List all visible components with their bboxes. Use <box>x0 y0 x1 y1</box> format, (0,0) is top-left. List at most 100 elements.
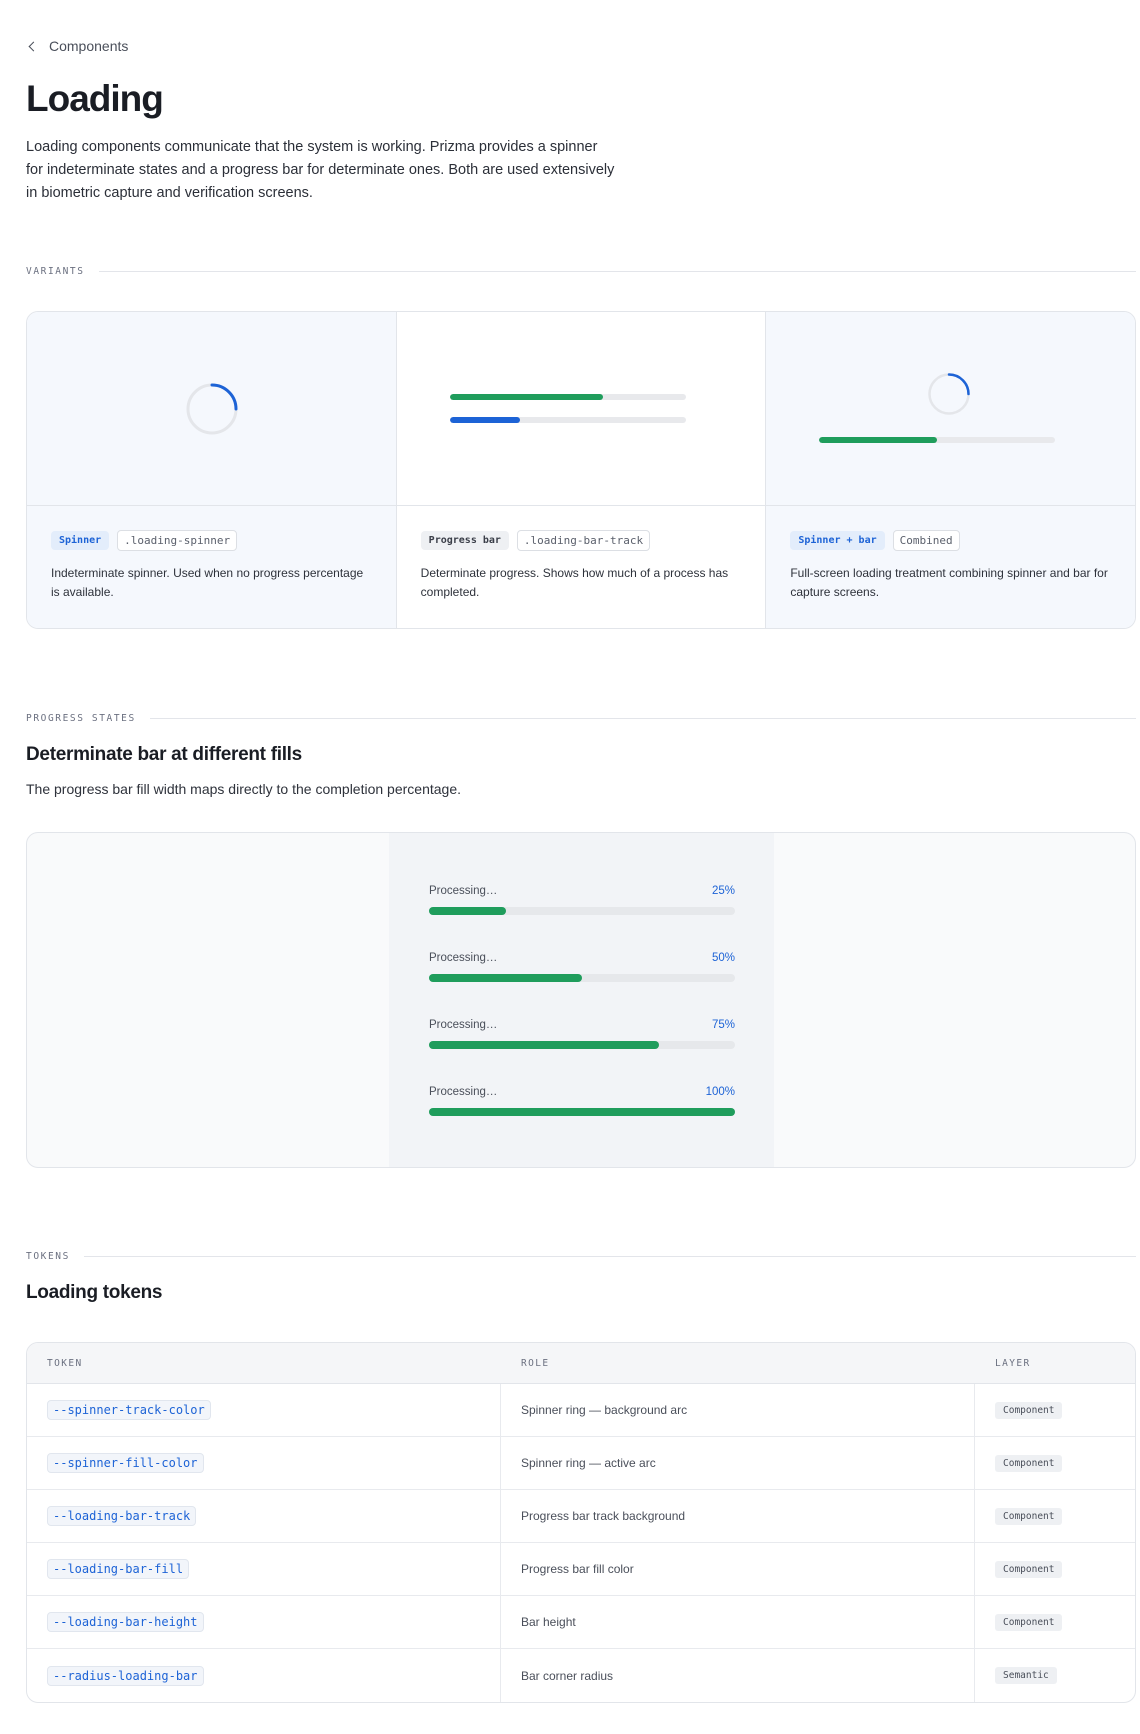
progress-label: Processing… <box>429 885 498 897</box>
table-row: --loading-bar-fill Progress bar fill col… <box>27 1543 1135 1596</box>
progress-bar-track <box>449 417 686 423</box>
progress-bar-fill <box>449 394 604 400</box>
token-name: --spinner-track-color <box>47 1400 211 1420</box>
variant-text: Indeterminate spinner. Used when no prog… <box>51 566 364 599</box>
variant-description: Progress bar .loading-bar-track Determin… <box>397 506 766 602</box>
layer-badge: Component <box>995 1401 1063 1419</box>
spinner-arc <box>210 383 238 411</box>
progress-percent: 100% <box>705 1086 735 1098</box>
progress-bar-fill <box>819 437 938 443</box>
progress-track <box>429 907 735 915</box>
token-role: Bar height <box>521 1615 576 1629</box>
progress-row: Processing… 100% <box>429 1086 735 1116</box>
column-header-token: TOKEN <box>47 1357 83 1369</box>
tag-group: Spinner + bar Combined <box>790 530 1111 551</box>
progress-row: Processing… 50% <box>429 952 735 982</box>
layer-badge: Component <box>995 1507 1063 1525</box>
variant-text: Full-screen loading treatment combining … <box>790 566 1108 599</box>
chevron-left-icon <box>28 41 39 51</box>
layer-badge: Component <box>995 1613 1063 1631</box>
token-role: Progress bar track background <box>521 1509 686 1523</box>
variant-tag: Progress bar <box>420 531 509 550</box>
section-label-text: TOKENS <box>26 1251 70 1262</box>
progress-track <box>429 974 735 982</box>
variant-card-progress-bar: Progress bar .loading-bar-track Determin… <box>396 312 767 628</box>
section-label-variants: VARIANTS <box>26 266 1136 277</box>
progress-states-panel: Processing… 25% Processing… 50% Processi… <box>26 832 1136 1168</box>
variant-text: Determinate progress. Shows how much of … <box>420 566 729 599</box>
progress-label: Processing… <box>429 1086 498 1098</box>
spinner <box>928 373 971 415</box>
token-name: --spinner-fill-color <box>47 1453 204 1473</box>
progress-track <box>429 1108 735 1116</box>
token-name: --loading-bar-track <box>47 1506 197 1526</box>
page-lead: Loading components communicate that the … <box>26 139 615 201</box>
progress-track <box>429 1041 735 1049</box>
progress-bar-track <box>449 394 686 400</box>
section-label-text: VARIANTS <box>26 266 85 277</box>
section-subtitle: The progress bar fill width maps directl… <box>26 781 461 797</box>
divider <box>149 718 1136 719</box>
variant-description: Spinner + bar Combined Full-screen loadi… <box>766 506 1135 602</box>
progress-row: Processing… 75% <box>429 1019 735 1049</box>
progress-percent: 25% <box>711 885 735 897</box>
progress-fill <box>429 907 506 915</box>
table-row: --spinner-fill-color Spinner ring — acti… <box>27 1437 1135 1490</box>
section-label-progress-states: PROGRESS STATES <box>26 713 1136 724</box>
column-header-role: ROLE <box>521 1357 550 1369</box>
table-row: --loading-bar-height Bar height Componen… <box>27 1596 1135 1649</box>
spinner-arc <box>948 373 971 396</box>
progress-bar-fill <box>449 417 521 423</box>
section-title: Determinate bar at different fills <box>26 744 302 765</box>
variant-preview-bars <box>396 312 766 506</box>
token-role: Spinner ring — active arc <box>521 1456 656 1470</box>
table-row: --spinner-track-color Spinner ring — bac… <box>27 1384 1135 1437</box>
token-name: --loading-bar-height <box>47 1612 204 1632</box>
variant-card-combined: Spinner + bar Combined Full-screen loadi… <box>766 312 1135 628</box>
layer-badge: Semantic <box>995 1667 1057 1684</box>
progress-fill <box>429 974 582 982</box>
section-label-text: PROGRESS STATES <box>26 713 136 724</box>
layer-badge: Component <box>995 1560 1063 1578</box>
token-role: Spinner ring — background arc <box>521 1403 688 1417</box>
divider <box>83 1256 1136 1257</box>
layer-badge: Component <box>995 1454 1063 1472</box>
variant-preview-combined <box>766 312 1135 506</box>
variant-description: Spinner .loading-spinner Indeterminate s… <box>27 506 396 602</box>
page-title: Loading <box>26 78 164 119</box>
progress-fill <box>429 1041 659 1049</box>
token-name: --loading-bar-fill <box>47 1559 190 1579</box>
table-header: TOKEN ROLE LAYER <box>27 1343 1135 1384</box>
variant-tag: Spinner + bar <box>790 531 885 550</box>
divider <box>98 271 1136 272</box>
variant-tag: Spinner <box>51 531 110 550</box>
column-header-layer: LAYER <box>995 1357 1031 1369</box>
spinner <box>186 383 238 435</box>
section-label-tokens: TOKENS <box>26 1251 1136 1262</box>
token-role: Progress bar fill color <box>521 1562 634 1576</box>
progress-states-stage: Processing… 25% Processing… 50% Processi… <box>389 833 774 1167</box>
class-tag: .loading-bar-track <box>516 530 651 551</box>
table-row: --loading-bar-track Progress bar track b… <box>27 1490 1135 1543</box>
progress-label: Processing… <box>429 952 498 964</box>
progress-percent: 75% <box>711 1019 735 1031</box>
back-link-label: Components <box>49 38 129 54</box>
class-tag: Combined <box>892 530 960 551</box>
variants-grid: Spinner .loading-spinner Indeterminate s… <box>26 311 1136 629</box>
table-row: --radius-loading-bar Bar corner radius S… <box>27 1649 1135 1702</box>
tokens-table: TOKEN ROLE LAYER --spinner-track-color S… <box>26 1342 1136 1703</box>
variant-preview-spinner <box>27 312 396 506</box>
tag-group: Spinner .loading-spinner <box>51 530 372 551</box>
section-title: Loading tokens <box>26 1282 163 1303</box>
token-name: --radius-loading-bar <box>47 1665 204 1686</box>
progress-bar-track <box>819 437 1056 443</box>
token-role: Bar corner radius <box>521 1668 614 1683</box>
class-tag: .loading-spinner <box>117 530 238 551</box>
progress-fill <box>429 1108 735 1116</box>
progress-label: Processing… <box>429 1019 498 1031</box>
variant-card-spinner: Spinner .loading-spinner Indeterminate s… <box>27 312 397 628</box>
progress-row: Processing… 25% <box>429 885 735 915</box>
tag-group: Progress bar .loading-bar-track <box>420 530 742 551</box>
back-link[interactable]: Components <box>26 38 128 54</box>
progress-percent: 50% <box>711 952 735 964</box>
